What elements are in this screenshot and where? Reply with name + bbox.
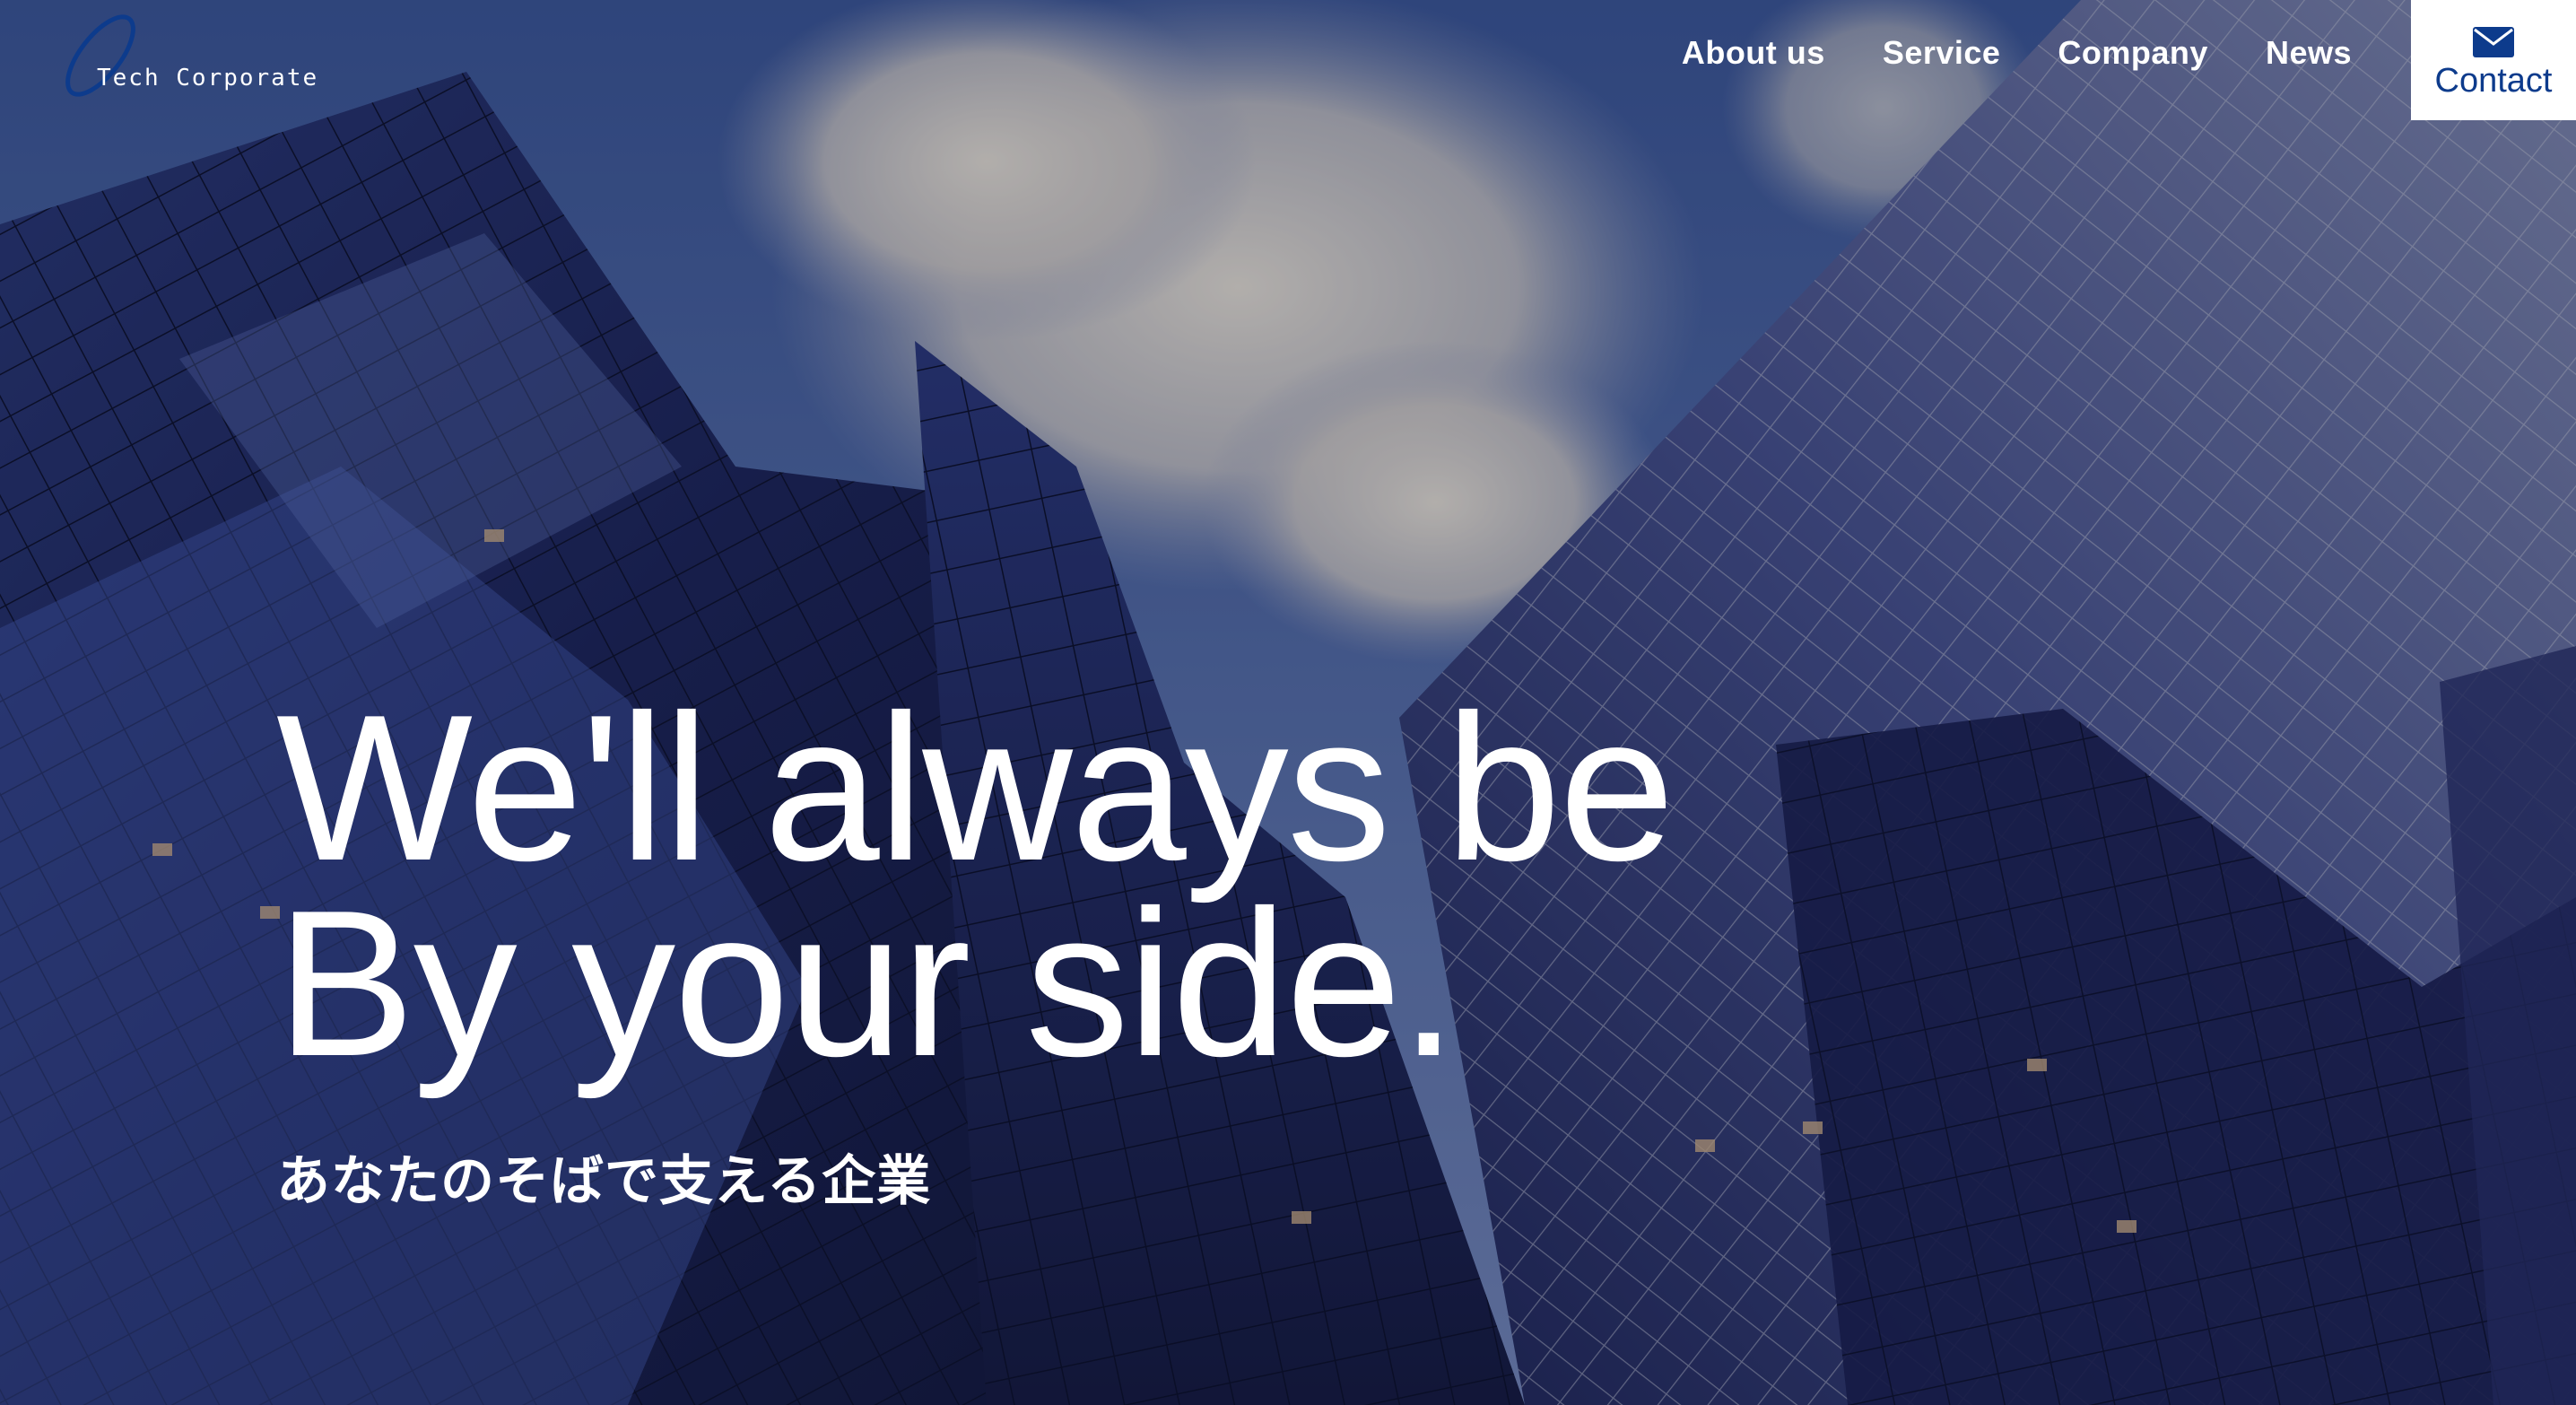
- contact-button[interactable]: Contact: [2411, 0, 2576, 120]
- hero-subheadline: あなたのそばで支える企業: [276, 1150, 932, 1213]
- nav-item-news[interactable]: News: [2266, 34, 2352, 72]
- contact-label: Contact: [2434, 61, 2553, 100]
- main-nav: About us Service Company News: [1682, 34, 2352, 72]
- site-logo[interactable]: Tech Corporate: [54, 13, 341, 102]
- nav-item-about-us[interactable]: About us: [1682, 34, 1825, 72]
- mail-icon: [2473, 26, 2514, 57]
- hero-section: Tech Corporate About us Service Company …: [0, 0, 2576, 1405]
- hero-headline: We'll always be By your side. あなたのそばで支える…: [276, 672, 1675, 1216]
- site-header: Tech Corporate About us Service Company …: [0, 0, 2576, 126]
- headline-line-2: By your side.: [276, 868, 1458, 1100]
- logo-text: Tech Corporate: [97, 65, 319, 92]
- nav-item-company[interactable]: Company: [2058, 34, 2208, 72]
- headline-line-1: We'll always be: [276, 672, 1675, 904]
- nav-item-service[interactable]: Service: [1883, 34, 2001, 72]
